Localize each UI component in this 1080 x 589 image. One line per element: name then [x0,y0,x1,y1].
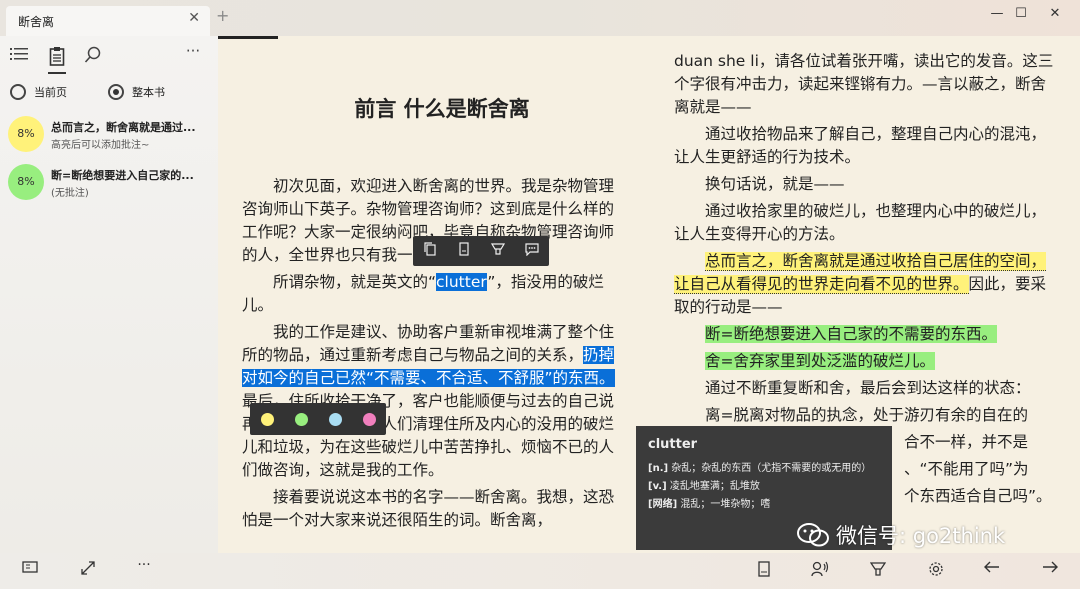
next-page-arrow-icon[interactable] [1038,561,1062,581]
settings-gear-icon[interactable] [924,561,948,581]
paragraph: duan she li，请各位试着张开嘴，读出它的发音。这三个字很有冲击力，读起… [674,52,1054,116]
definition-web: [网络] 混乱；一堆杂物；嗜 [648,499,771,510]
sidebar-toolbar: ··· [0,36,218,76]
new-tab-icon[interactable]: + [216,6,229,25]
paragraph: 总而言之，断舍离就是通过收拾自己居住的空间，让自己从看得见的世界走向看不见的世界… [674,252,1047,316]
title-bar: 断舍离 ✕ + — ☐ ✕ [0,0,1080,36]
green-highlight[interactable]: 舍=舍弃家里到处泛滥的破烂儿。 [705,352,935,370]
paragraph: 通过收拾家里的破烂儿，也整理内心中的破烂儿，让人生变得开心的方法。 [674,202,1047,243]
wechat-logo-icon [797,523,829,547]
highlighter-icon[interactable] [866,561,890,581]
paragraph: 所谓杂物，就是英文的“clutter”，指没用的破烂儿。 [242,273,604,314]
note-percent-badge: 8% [8,116,44,152]
paragraph: 舍=舍弃家里到处泛滥的破烂儿。 [674,350,1058,373]
comment-icon[interactable] [521,242,543,260]
radio-selected-icon [108,84,124,100]
chapter-title: 前言 什么是断舍离 [354,97,530,121]
maximize-icon[interactable]: ☐ [1006,6,1036,26]
fullscreen-icon[interactable] [76,561,100,581]
book-info-icon[interactable] [752,561,776,581]
dictionary-icon[interactable] [453,242,475,260]
note-item-1[interactable]: 8% 总而言之，断舍离就是通过... 高亮后可以添加批注~ [8,116,213,156]
note-subtitle: (无批注) [51,188,89,199]
pink-color-swatch[interactable] [362,412,376,426]
green-color-swatch[interactable] [294,412,308,426]
paragraph: 我的工作是建议、协助客户重新审视堆满了整个住所的物品，通过重新考虑自己与物品之间… [242,323,615,479]
sidebar-toggle-icon[interactable] [18,561,42,581]
green-highlight[interactable]: 断=断绝想要进入自己家的不需要的东西。 [705,325,997,343]
highlight-color-picker [250,403,386,435]
notes-sidebar: ··· 当前页 整本书 8% 总而言之，断舍离就是通过... 高亮后可以添加批注… [0,36,218,553]
paragraph: 接着要说说这本书的名字——断舍离。我想，这恐怕是一个对大家来说还很陌生的词。断舍… [242,488,615,529]
radio-circle-icon [10,84,26,100]
more-options-icon[interactable]: ··· [182,42,204,64]
dictionary-word: clutter [648,437,698,452]
definition-verb: [v.] 凌乱地塞满；乱堆放 [648,481,760,492]
tab-close-icon[interactable]: ✕ [188,10,200,26]
toc-list-icon[interactable] [8,46,30,68]
read-aloud-icon[interactable] [808,561,832,581]
yellow-color-swatch[interactable] [260,412,274,426]
close-window-icon[interactable]: ✕ [1040,6,1070,26]
paragraph: 离=脱离对物品的执念，处于游刃有余的自在的 [705,406,1028,424]
note-title: 总而言之，断舍离就是通过... [51,121,196,134]
active-tab-indicator [48,72,66,74]
paragraph: 断=断绝想要进入自己家的不需要的东西。 [674,323,1058,346]
note-title: 断=断绝想要进入自己家的... [51,169,194,182]
note-item-2[interactable]: 8% 断=断绝想要进入自己家的... (无批注) [8,164,213,204]
wechat-watermark: 微信号: go2think [796,520,1005,550]
scope-current-page-label: 当前页 [34,86,67,99]
note-subtitle: 高亮后可以添加批注~ [51,140,150,151]
paragraph: 通过不断重复断和舍，最后会到达这样的状态： [705,379,1031,397]
bottom-toolbar: ··· [0,553,1080,589]
notes-clipboard-icon[interactable] [46,46,68,68]
blue-color-swatch[interactable] [328,412,342,426]
highlighter-icon[interactable] [487,243,509,259]
selection-action-menu [413,236,549,266]
paragraph: 通过收拾物品来了解自己，整理自己内心的混沌，让人生更舒适的行为技术。 [674,125,1047,166]
reading-progress-bar [218,36,279,39]
paragraph: 换句话说，就是—— [705,175,845,193]
watermark-text: 微信号: go2think [836,524,1006,548]
copy-icon[interactable] [419,242,441,260]
scope-whole-book-radio[interactable]: 整本书 [108,84,165,100]
note-percent-badge: 8% [8,164,44,200]
selected-word[interactable]: clutter [436,273,488,291]
more-options-icon[interactable]: ··· [132,557,156,577]
definition-noun: [n.] 杂乱；杂乱的东西（尤指不需要的或无用的） [648,463,872,474]
search-icon[interactable] [82,46,104,68]
scope-whole-book-label: 整本书 [132,86,165,99]
scope-current-page-radio[interactable]: 当前页 [10,84,67,100]
tab-duanSheLi[interactable]: 断舍离 ✕ [6,6,210,36]
previous-page-arrow-icon[interactable] [980,561,1004,581]
tab-title: 断舍离 [18,15,55,29]
